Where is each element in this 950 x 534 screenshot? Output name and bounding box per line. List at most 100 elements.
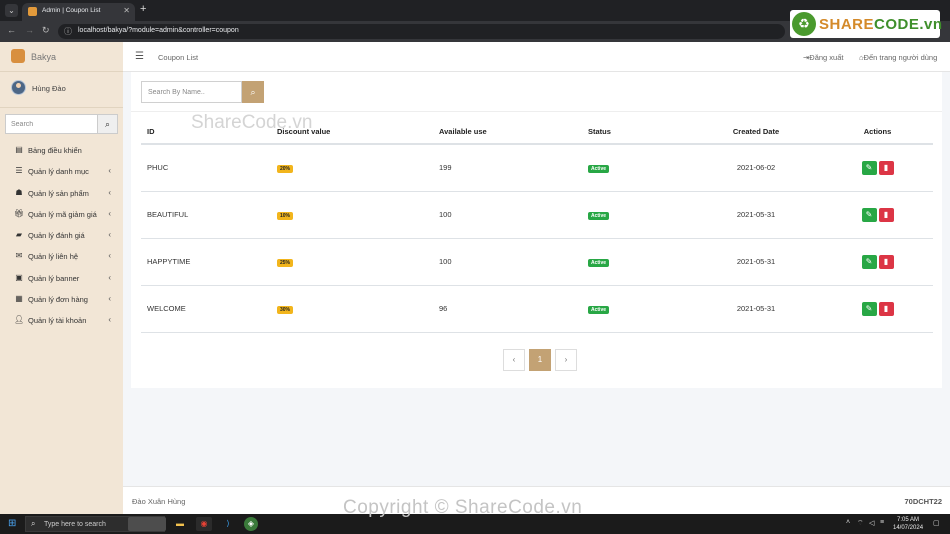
footer-class: 70DCHT22 bbox=[904, 497, 942, 506]
search-icon: ⌕ bbox=[250, 87, 256, 97]
created-date: 2021-05-31 bbox=[690, 285, 822, 333]
vscode-icon[interactable]: ⟩ bbox=[220, 517, 236, 531]
edit-icon: ✎ bbox=[865, 209, 873, 219]
sharecode-logo-text: SHARECODE.vn bbox=[819, 16, 943, 33]
tray-arrow-icon[interactable]: ˄ bbox=[846, 519, 850, 526]
chevron-left-icon: ‹ bbox=[108, 187, 111, 197]
edit-button[interactable]: ✎ bbox=[861, 301, 877, 316]
sidebar-user[interactable]: Hùng Đào bbox=[0, 72, 123, 108]
status-badge: Active bbox=[588, 258, 610, 267]
volume-icon[interactable]: ◁ bbox=[869, 519, 874, 527]
menu-toggle-icon[interactable]: ☰ bbox=[135, 51, 144, 62]
created-date: 2021-06-02 bbox=[690, 144, 822, 192]
app-icon[interactable]: ◈ bbox=[244, 517, 258, 531]
order-icon: ▦ bbox=[15, 294, 23, 304]
search-icon: ⌕ bbox=[31, 519, 36, 528]
page-1-button[interactable]: 1 bbox=[529, 349, 551, 371]
delete-button[interactable]: ▮ bbox=[878, 160, 894, 175]
sharecode-logo: ♻ SHARECODE.vn bbox=[790, 10, 943, 38]
sidebar-brand[interactable]: Bakya bbox=[0, 42, 123, 72]
notification-icon[interactable]: ▢ bbox=[933, 519, 940, 527]
taskbar-clock[interactable]: 7:05 AM 14/07/2024 bbox=[893, 516, 923, 532]
coupon-id: WELCOME bbox=[141, 285, 271, 333]
edit-button[interactable]: ✎ bbox=[861, 160, 877, 175]
sidebar-item-reviews[interactable]: ▰ Quản lý đánh giá ‹ bbox=[0, 225, 123, 246]
sidebar: Bakya Hùng Đào ⌕ ▤ Bảng điều khiển ☰ Quả… bbox=[0, 42, 123, 514]
file-explorer-icon[interactable]: ▬ bbox=[172, 517, 188, 531]
breadcrumb[interactable]: Coupon List bbox=[158, 53, 198, 62]
tab-title: Admin | Coupon List bbox=[42, 7, 101, 14]
new-tab-button[interactable]: + bbox=[140, 3, 146, 15]
available-use: 199 bbox=[433, 144, 582, 192]
sidebar-item-products[interactable]: ☗ Quản lý sản phẩm ‹ bbox=[0, 183, 123, 204]
footer-author: Đào Xuân Hùng bbox=[132, 497, 186, 506]
edit-icon: ✎ bbox=[865, 256, 873, 266]
sidebar-item-label: Quản lý banner bbox=[28, 273, 80, 283]
taskbar-widget[interactable] bbox=[128, 517, 166, 531]
sidebar-search-input[interactable] bbox=[5, 114, 97, 134]
next-page-button[interactable]: › bbox=[555, 349, 577, 371]
sidebar-menu: ▤ Bảng điều khiển ☰ Quản lý danh mục ‹ ☗… bbox=[0, 140, 123, 332]
created-date: 2021-05-31 bbox=[690, 238, 822, 286]
sidebar-item-label: Quản lý sản phẩm bbox=[28, 188, 89, 198]
edit-button[interactable]: ✎ bbox=[861, 207, 877, 222]
search-icon: ⌕ bbox=[104, 119, 111, 129]
tab-close-icon[interactable]: ✕ bbox=[123, 6, 130, 15]
list-icon: ☰ bbox=[15, 166, 23, 176]
back-icon[interactable]: ← bbox=[7, 25, 16, 35]
chevron-left-icon: ‹ bbox=[108, 166, 111, 176]
available-use: 100 bbox=[433, 238, 582, 286]
table-row: HAPPYTIME 25% 100 Active 2021-05-31 ✎ ▮ bbox=[141, 238, 933, 286]
url-field[interactable]: ⓘ localhost/bakya/?module=admin&controll… bbox=[58, 24, 785, 39]
tab-search-button[interactable]: ⌄ bbox=[5, 4, 18, 17]
tab-favicon-icon bbox=[28, 7, 37, 16]
user-page-link[interactable]: ⌂Đến trang người dùng bbox=[859, 53, 937, 62]
user-icon: 👤︎ bbox=[14, 315, 25, 325]
logout-link[interactable]: ⇥Đăng xuất bbox=[803, 53, 844, 62]
browser-tab[interactable]: Admin | Coupon List ✕ bbox=[22, 3, 135, 21]
sidebar-item-categories[interactable]: ☰ Quản lý danh mục ‹ bbox=[0, 161, 123, 182]
trash-icon: ▮ bbox=[883, 303, 889, 313]
gift-icon: 🎁︎ bbox=[14, 208, 25, 218]
discount-badge: 20% bbox=[277, 164, 294, 173]
prev-page-button[interactable]: ‹ bbox=[503, 349, 525, 371]
sidebar-item-coupons[interactable]: 🎁︎ Quản lý mã giảm giá ‹ bbox=[0, 204, 123, 225]
sidebar-item-label: Quản lý mã giảm giá bbox=[28, 209, 97, 219]
status-badge: Active bbox=[588, 305, 610, 314]
chrome-icon[interactable]: ◉ bbox=[196, 517, 212, 531]
taskbar-search-text: Type here to search bbox=[44, 521, 106, 528]
chevron-left-icon: ‹ bbox=[108, 294, 111, 304]
avatar bbox=[11, 80, 26, 95]
sidebar-item-orders[interactable]: ▦ Quản lý đơn hàng ‹ bbox=[0, 289, 123, 310]
coupon-search-button[interactable]: ⌕ bbox=[242, 81, 264, 103]
delete-button[interactable]: ▮ bbox=[878, 301, 894, 316]
status-badge: Active bbox=[588, 211, 610, 220]
sidebar-item-contacts[interactable]: ✉ Quản lý liên hệ ‹ bbox=[0, 246, 123, 267]
sidebar-item-dashboard[interactable]: ▤ Bảng điều khiển bbox=[0, 140, 123, 161]
sidebar-item-label: Quản lý liên hệ bbox=[28, 252, 79, 262]
delete-button[interactable]: ▮ bbox=[878, 254, 894, 269]
edit-icon: ✎ bbox=[865, 162, 873, 172]
sidebar-search-button[interactable]: ⌕ bbox=[97, 114, 118, 134]
language-icon[interactable]: ≡ bbox=[880, 519, 884, 526]
coupon-id: BEAUTIFUL bbox=[141, 191, 271, 239]
reload-icon[interactable]: ↻ bbox=[42, 25, 50, 36]
contact-icon: ✉ bbox=[15, 251, 23, 261]
edit-button[interactable]: ✎ bbox=[861, 254, 877, 269]
created-date: 2021-05-31 bbox=[690, 191, 822, 239]
forward-icon[interactable]: → bbox=[25, 25, 34, 35]
sidebar-item-banners[interactable]: ▣ Quản lý banner ‹ bbox=[0, 268, 123, 289]
sidebar-item-label: Quản lý tài khoản bbox=[28, 316, 87, 326]
sidebar-search: ⌕ bbox=[5, 114, 118, 134]
delete-button[interactable]: ▮ bbox=[878, 207, 894, 222]
coupon-search-input[interactable] bbox=[141, 81, 242, 103]
sidebar-item-accounts[interactable]: 👤︎ Quản lý tài khoản ‹ bbox=[0, 310, 123, 331]
clock-time: 7:05 AM bbox=[897, 517, 920, 523]
coupon-table: ID Discount value Available use Status C… bbox=[141, 120, 933, 333]
site-info-icon[interactable]: ⓘ bbox=[64, 26, 72, 37]
windows-start-icon[interactable]: ⊞ bbox=[8, 519, 18, 529]
table-row: WELCOME 30% 96 Active 2021-05-31 ✎ ▮ bbox=[141, 285, 933, 333]
available-use: 96 bbox=[433, 285, 582, 333]
network-icon[interactable]: ⌔ bbox=[857, 519, 864, 528]
coupon-search: ⌕ bbox=[141, 81, 264, 103]
